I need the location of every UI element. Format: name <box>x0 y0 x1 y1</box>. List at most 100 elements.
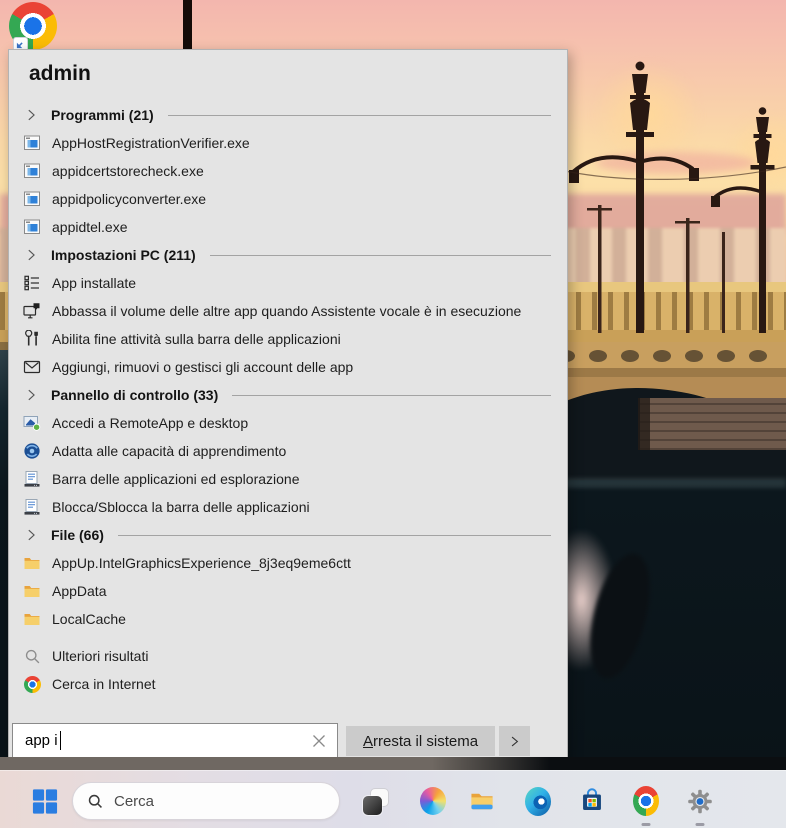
folder-icon <box>23 554 41 572</box>
result-label: Adatta alle capacità di apprendimento <box>52 443 287 459</box>
result-label: Aggiungi, rimuovi o gestisci gli account… <box>52 359 354 375</box>
desktop-strip <box>0 757 786 770</box>
result-item[interactable]: App installate <box>9 269 567 297</box>
taskbar: Cerca <box>0 770 786 828</box>
exe-window-icon <box>23 190 41 208</box>
result-label: LocalCache <box>52 611 126 627</box>
result-label: AppHostRegistrationVerifier.exe <box>52 135 250 151</box>
result-item[interactable]: appidpolicyconverter.exe <box>9 185 567 213</box>
taskbar-window-icon <box>23 498 41 516</box>
lamppost-silhouettes <box>560 61 786 333</box>
menu-search-input[interactable]: app i <box>12 723 338 758</box>
mail-icon <box>23 358 41 376</box>
result-item[interactable]: LocalCache <box>9 605 567 633</box>
ease-of-access-icon <box>23 442 41 460</box>
taskbar-search-label: Cerca <box>114 792 155 810</box>
microsoft-store-button[interactable] <box>573 783 611 819</box>
edge-button[interactable] <box>519 783 557 819</box>
search-internet-item[interactable]: Cerca in Internet <box>9 670 567 698</box>
result-label: appidpolicyconverter.exe <box>52 191 207 207</box>
settings-button[interactable] <box>681 783 719 826</box>
running-indicator <box>641 823 651 826</box>
chrome-desktop-shortcut[interactable] <box>9 2 57 52</box>
narrator-monitor-icon <box>23 302 41 320</box>
result-item[interactable]: AppUp.IntelGraphicsExperience_8j3eq9eme6… <box>9 549 567 577</box>
section-header-programs[interactable]: Programmi (21) <box>9 101 567 129</box>
running-indicator <box>695 823 705 826</box>
search-icon <box>88 794 102 808</box>
section-divider <box>167 115 551 116</box>
result-label: Abbassa il volume delle altre app quando… <box>52 303 522 319</box>
remoteapp-icon <box>23 414 41 432</box>
result-label: Abilita fine attività sulla barra delle … <box>52 331 341 347</box>
result-item[interactable]: appidtel.exe <box>9 213 567 241</box>
chevron-right-icon <box>24 388 38 402</box>
edge-icon <box>525 786 551 816</box>
result-item[interactable]: Abbassa il volume delle altre app quando… <box>9 297 567 325</box>
result-item[interactable]: AppHostRegistrationVerifier.exe <box>9 129 567 157</box>
section-label: File (66) <box>51 527 104 543</box>
store-icon <box>583 788 601 810</box>
chevron-right-icon <box>24 248 38 262</box>
taskbar-window-icon <box>23 470 41 488</box>
result-label: Cerca in Internet <box>52 676 156 692</box>
start-menu-search-panel: admin Programmi (21) AppHostRegistration… <box>8 49 568 762</box>
result-label: appidtel.exe <box>52 219 128 235</box>
exe-window-icon <box>23 218 41 236</box>
chrome-icon <box>633 786 659 816</box>
section-divider <box>232 395 551 396</box>
copilot-icon <box>420 787 446 815</box>
result-label: AppData <box>52 583 107 599</box>
file-explorer-button[interactable] <box>463 783 501 819</box>
search-icon <box>23 647 41 665</box>
section-label: Impostazioni PC (211) <box>51 247 196 263</box>
section-header-control-panel[interactable]: Pannello di controllo (33) <box>9 381 567 409</box>
chevron-right-icon <box>24 528 38 542</box>
task-view-button[interactable] <box>357 783 395 819</box>
clear-search-icon[interactable] <box>310 732 328 750</box>
folder-icon <box>23 610 41 628</box>
result-item[interactable]: appidcertstorecheck.exe <box>9 157 567 185</box>
shutdown-options-button[interactable] <box>499 726 531 756</box>
chrome-icon <box>23 675 41 693</box>
result-item[interactable]: Blocca/Sblocca la barra delle applicazio… <box>9 493 567 521</box>
screen: admin Programmi (21) AppHostRegistration… <box>0 0 786 828</box>
chevron-right-icon <box>24 108 38 122</box>
copilot-button[interactable] <box>414 783 452 819</box>
exe-window-icon <box>23 134 41 152</box>
result-item[interactable]: Abilita fine attività sulla barra delle … <box>9 325 567 353</box>
result-label: Barra delle applicazioni ed esplorazione <box>52 471 300 487</box>
result-label: Blocca/Sblocca la barra delle applicazio… <box>52 499 310 515</box>
section-label: Programmi (21) <box>51 107 154 123</box>
task-view-icon <box>363 787 389 815</box>
results-list: Programmi (21) AppHostRegistrationVerifi… <box>9 101 567 698</box>
exe-window-icon <box>23 162 41 180</box>
result-label: App installate <box>52 275 137 291</box>
shutdown-controls: Arresta il sistema <box>346 726 531 756</box>
result-label: appidcertstorecheck.exe <box>52 163 204 179</box>
result-item[interactable]: Adatta alle capacità di apprendimento <box>9 437 567 465</box>
result-label: AppUp.IntelGraphicsExperience_8j3eq9eme6… <box>52 555 351 571</box>
settings-gear-icon <box>688 789 712 813</box>
start-button[interactable] <box>26 783 64 819</box>
user-title: admin <box>29 62 91 85</box>
result-label: Ulteriori risultati <box>52 648 149 664</box>
more-results-item[interactable]: Ulteriori risultati <box>9 642 567 670</box>
chrome-button[interactable] <box>627 783 665 826</box>
result-item[interactable]: Barra delle applicazioni ed esplorazione <box>9 465 567 493</box>
result-item[interactable]: Accedi a RemoteApp e desktop <box>9 409 567 437</box>
result-item[interactable]: AppData <box>9 577 567 605</box>
section-divider <box>209 255 551 256</box>
file-explorer-icon <box>471 793 493 810</box>
installed-apps-icon <box>23 274 41 292</box>
water-reflection-line <box>556 478 786 488</box>
result-item[interactable]: Aggiungi, rimuovi o gestisci gli account… <box>9 353 567 381</box>
shutdown-button[interactable]: Arresta il sistema <box>346 726 496 756</box>
section-header-pc-settings[interactable]: Impostazioni PC (211) <box>9 241 567 269</box>
folder-icon <box>23 582 41 600</box>
taskbar-search[interactable]: Cerca <box>72 782 340 820</box>
text-caret <box>59 731 61 750</box>
section-label: Pannello di controllo (33) <box>51 387 219 403</box>
search-query-text: app i <box>25 732 58 749</box>
section-header-files[interactable]: File (66) <box>9 521 567 549</box>
